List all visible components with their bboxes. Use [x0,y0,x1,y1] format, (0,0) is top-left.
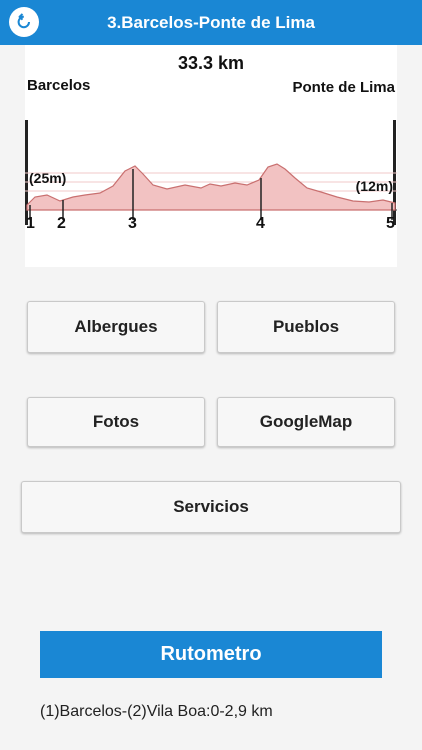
end-location-label: Ponte de Lima [292,79,395,96]
start-location-label: Barcelos [27,77,91,94]
googlemap-button[interactable]: GoogleMap [217,397,395,447]
start-elevation-label: (25m) [29,170,67,186]
rutometro-header: Rutometro [40,631,382,678]
km-marker: 1 [26,215,35,232]
fotos-button[interactable]: Fotos [27,397,205,447]
elevation-area [26,163,396,211]
elevation-profile: 33.3 km Barcelos Ponte de Lima (25m) (12… [25,45,397,267]
end-elevation-label: (12m) [355,178,393,194]
km-marker: 2 [57,215,66,232]
servicios-button[interactable]: Servicios [21,481,401,533]
km-marker: 3 [128,215,137,232]
km-marker: 4 [256,215,265,232]
km-marker: 5 [386,215,395,232]
distance-label: 33.3 km [177,53,245,73]
app-header: 3.Barcelos-Ponte de Lima [0,0,422,45]
route-stage-item: (1)Barcelos-(2)Vila Boa:0-2,9 km [40,703,273,720]
pueblos-button[interactable]: Pueblos [217,301,395,353]
albergues-button[interactable]: Albergues [27,301,205,353]
page-title: 3.Barcelos-Ponte de Lima [107,13,315,32]
